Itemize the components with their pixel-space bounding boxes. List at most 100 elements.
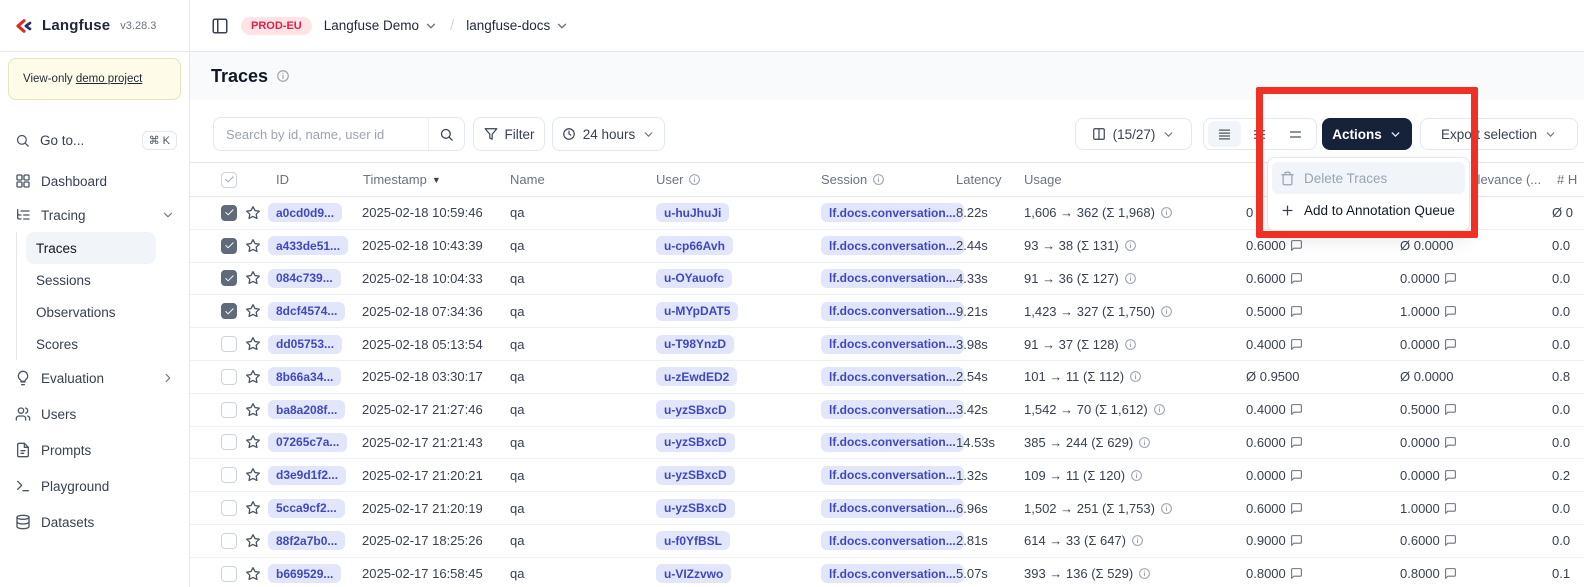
comment-icon[interactable] <box>1290 436 1303 449</box>
comment-icon[interactable] <box>1290 469 1303 482</box>
trace-checkbox[interactable] <box>221 303 237 319</box>
comment-icon[interactable] <box>1290 272 1303 285</box>
trace-id-badge[interactable]: 8b66a34... <box>268 367 341 386</box>
user-id-badge[interactable]: u-MYpDAT5 <box>656 302 738 321</box>
trace-id-badge[interactable]: ba8a208f... <box>268 400 345 419</box>
star-icon[interactable] <box>245 434 261 450</box>
org-selector[interactable]: Langfuse Demo <box>324 18 438 33</box>
info-icon[interactable] <box>1138 436 1151 449</box>
trace-checkbox[interactable] <box>221 336 237 352</box>
session-id-badge[interactable]: lf.docs.conversation... <box>821 335 964 354</box>
user-id-badge[interactable]: u-yzSBxcD <box>656 466 735 485</box>
comment-icon[interactable] <box>1290 502 1303 515</box>
info-icon[interactable] <box>1160 305 1173 318</box>
comment-icon[interactable] <box>1290 239 1303 252</box>
trace-id-badge[interactable]: b669529... <box>268 564 341 583</box>
comment-icon[interactable] <box>1444 272 1457 285</box>
trace-id-badge[interactable]: 8dcf4574... <box>268 302 345 321</box>
demo-project-link[interactable]: demo project <box>76 73 142 85</box>
session-id-badge[interactable]: lf.docs.conversation... <box>821 269 964 288</box>
table-row[interactable]: ba8a208f...2025-02-17 21:27:46qau-yzSBxc… <box>190 394 1584 427</box>
trace-id-badge[interactable]: 07265c7a... <box>268 433 347 452</box>
comment-icon[interactable] <box>1290 305 1303 318</box>
trace-checkbox[interactable] <box>221 238 237 254</box>
star-icon[interactable] <box>245 336 261 352</box>
trace-id-badge[interactable]: 88f2a7b0... <box>268 531 345 550</box>
sidebar-item-datasets[interactable]: Datasets <box>0 504 189 540</box>
trace-id-badge[interactable]: a433de51... <box>268 236 348 255</box>
table-row[interactable]: 88f2a7b0...2025-02-17 18:25:26qau-f0YfBS… <box>190 525 1584 558</box>
user-id-badge[interactable]: u-OYauofc <box>656 269 732 288</box>
info-icon[interactable] <box>1124 239 1137 252</box>
comment-icon[interactable] <box>1444 469 1457 482</box>
table-row[interactable]: 084c739...2025-02-18 10:04:33qau-OYauofc… <box>190 263 1584 296</box>
trace-checkbox[interactable] <box>221 533 237 549</box>
sidebar-item-tracing[interactable]: Tracing <box>0 198 189 232</box>
info-icon[interactable] <box>1130 469 1143 482</box>
star-icon[interactable] <box>245 402 261 418</box>
column-header-timestamp[interactable]: Timestamp▼ <box>363 163 441 196</box>
column-header-relevance[interactable]: relevance (... <box>1466 163 1541 196</box>
trace-id-badge[interactable]: d3e9d1f2... <box>268 466 346 485</box>
column-header-id[interactable]: ID <box>276 163 289 196</box>
table-row[interactable]: b669529...2025-02-17 16:58:45qau-VIZzvwo… <box>190 558 1584 587</box>
star-icon[interactable] <box>245 303 261 319</box>
session-id-badge[interactable]: lf.docs.conversation... <box>821 564 964 583</box>
row-height-large-button[interactable] <box>1279 121 1312 147</box>
table-row[interactable]: 8b66a34...2025-02-18 03:30:17qau-zEwdED2… <box>190 361 1584 394</box>
column-header-session[interactable]: Session <box>821 163 885 196</box>
info-icon[interactable] <box>1138 567 1151 580</box>
info-icon[interactable] <box>1160 206 1173 219</box>
user-id-badge[interactable]: u-f0YfBSL <box>656 531 730 550</box>
info-icon[interactable] <box>1124 338 1137 351</box>
sidebar-toggle-icon[interactable] <box>211 17 229 35</box>
column-header-latency[interactable]: Latency <box>956 163 1002 196</box>
user-id-badge[interactable]: u-yzSBxcD <box>656 433 735 452</box>
sidebar-item-playground[interactable]: Playground <box>0 468 189 504</box>
comment-icon[interactable] <box>1444 305 1457 318</box>
export-selection-button[interactable]: Export selection <box>1420 118 1578 150</box>
session-id-badge[interactable]: lf.docs.conversation... <box>821 367 964 386</box>
trace-checkbox[interactable] <box>221 369 237 385</box>
info-icon[interactable] <box>1160 502 1173 515</box>
table-row[interactable]: d3e9d1f2...2025-02-17 21:20:21qau-yzSBxc… <box>190 459 1584 492</box>
column-header-usage[interactable]: Usage <box>1024 163 1062 196</box>
session-id-badge[interactable]: lf.docs.conversation... <box>821 236 964 255</box>
column-header-name[interactable]: Name <box>510 163 545 196</box>
star-icon[interactable] <box>245 238 261 254</box>
comment-icon[interactable] <box>1444 502 1457 515</box>
table-row[interactable]: a433de51...2025-02-18 10:43:39qau-cp66Av… <box>190 230 1584 263</box>
user-id-badge[interactable]: u-cp66Avh <box>656 236 733 255</box>
select-all-checkbox[interactable] <box>221 172 237 188</box>
comment-icon[interactable] <box>1444 567 1457 580</box>
comment-icon[interactable] <box>1444 436 1457 449</box>
sidebar-item-prompts[interactable]: Prompts <box>0 432 189 468</box>
search-button[interactable] <box>428 118 464 150</box>
goto-search[interactable]: Go to... ⌘ K <box>0 124 189 156</box>
info-icon[interactable] <box>1131 534 1144 547</box>
sidebar-item-observations[interactable]: Observations <box>26 296 156 328</box>
filter-button[interactable]: Filter <box>473 117 545 151</box>
session-id-badge[interactable]: lf.docs.conversation... <box>821 203 964 222</box>
trace-checkbox[interactable] <box>221 467 237 483</box>
sidebar-item-scores[interactable]: Scores <box>26 328 156 360</box>
info-icon[interactable] <box>1153 403 1166 416</box>
comment-icon[interactable] <box>1290 567 1303 580</box>
info-icon[interactable] <box>1124 272 1137 285</box>
row-height-medium-button[interactable] <box>1243 121 1276 147</box>
user-id-badge[interactable]: u-T98YnzD <box>656 335 734 354</box>
star-icon[interactable] <box>245 369 261 385</box>
session-id-badge[interactable]: lf.docs.conversation... <box>821 433 964 452</box>
columns-button[interactable]: (15/27) <box>1075 118 1192 150</box>
trace-checkbox[interactable] <box>221 434 237 450</box>
project-selector[interactable]: langfuse-docs <box>466 18 569 33</box>
comment-icon[interactable] <box>1444 534 1457 547</box>
trace-checkbox[interactable] <box>221 270 237 286</box>
user-id-badge[interactable]: u-huJhuJi <box>656 203 729 222</box>
sidebar-item-sessions[interactable]: Sessions <box>26 264 156 296</box>
sidebar-item-traces[interactable]: Traces <box>26 232 156 264</box>
star-icon[interactable] <box>245 205 261 221</box>
user-id-badge[interactable]: u-zEwdED2 <box>656 367 737 386</box>
comment-icon[interactable] <box>1290 534 1303 547</box>
info-icon[interactable] <box>872 173 885 186</box>
